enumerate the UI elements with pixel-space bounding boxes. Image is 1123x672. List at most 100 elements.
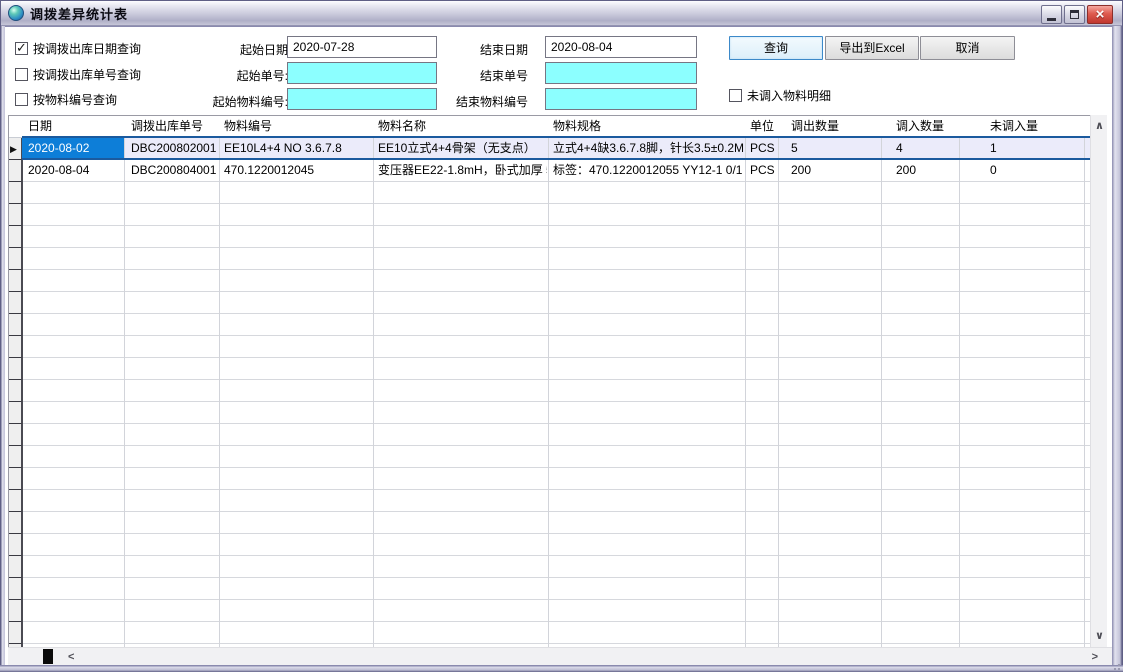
grid-cell[interactable]: 2020-08-04 xyxy=(28,160,123,181)
table-row-empty xyxy=(9,622,1090,644)
grid-cell[interactable]: 470.1220012045 xyxy=(224,160,372,181)
column-header[interactable]: 调拨出库单号 xyxy=(131,116,219,137)
column-header[interactable]: 单位 xyxy=(750,116,778,137)
grid-cell[interactable]: DBC200804001 xyxy=(131,160,218,181)
grid-cell[interactable]: 200 xyxy=(896,160,958,181)
grid-column-line xyxy=(1084,116,1085,647)
end-material-input[interactable] xyxy=(545,88,697,110)
column-header[interactable]: 物料规格 xyxy=(553,116,745,137)
row-selector[interactable] xyxy=(9,292,22,314)
checkbox-label: 按调拨出库单号查询 xyxy=(33,66,141,83)
row-selector[interactable] xyxy=(9,424,22,446)
grid-column-line xyxy=(373,116,374,647)
checkbox-icon xyxy=(15,42,28,55)
scroll-down-icon[interactable]: ∨ xyxy=(1095,629,1104,643)
checkbox-icon xyxy=(729,89,742,102)
row-selector[interactable] xyxy=(9,160,22,182)
row-selector[interactable] xyxy=(9,402,22,424)
grid-cell[interactable]: 2020-08-02 xyxy=(28,138,123,159)
grid-cell[interactable]: EE10L4+4 NO 3.6.7.8 xyxy=(224,138,372,159)
scroll-up-icon[interactable]: ∧ xyxy=(1095,119,1104,133)
checkbox-pending-material-detail[interactable]: 未调入物料明细 xyxy=(729,87,831,104)
resize-grip-icon[interactable] xyxy=(1110,660,1120,670)
row-selector[interactable] xyxy=(9,468,22,490)
row-selector[interactable] xyxy=(9,600,22,622)
table-row[interactable]: ▶ 2020-08-02 DBC200802001 EE10L4+4 NO 3.6.7… xyxy=(9,138,1090,160)
row-selector[interactable] xyxy=(9,204,22,226)
table-row-empty xyxy=(9,380,1090,402)
query-button[interactable]: 查询 xyxy=(729,36,823,60)
start-date-input[interactable] xyxy=(287,36,437,58)
grid-cell[interactable]: PCS xyxy=(750,138,777,159)
row-selector[interactable] xyxy=(9,314,22,336)
grid-cell[interactable]: EE10立式4+4骨架（无支点） xyxy=(378,138,547,159)
row-selector[interactable] xyxy=(9,556,22,578)
checkbox-query-by-material[interactable]: 按物料编号查询 xyxy=(15,91,117,108)
row-background xyxy=(22,446,1090,468)
grid-cell[interactable]: 5 xyxy=(791,138,880,159)
minimize-button[interactable] xyxy=(1041,5,1062,24)
end-date-input[interactable] xyxy=(545,36,697,58)
start-material-label: 起始物料编号: xyxy=(155,93,288,110)
grid-cell[interactable]: 200 xyxy=(791,160,880,181)
maximize-button[interactable] xyxy=(1064,5,1085,24)
column-header[interactable]: 未调入量 xyxy=(990,116,1084,137)
row-selector[interactable] xyxy=(9,270,22,292)
cancel-button[interactable]: 取消 xyxy=(920,36,1015,60)
row-selector[interactable] xyxy=(9,534,22,556)
row-selector[interactable] xyxy=(9,446,22,468)
column-header[interactable]: 调出数量 xyxy=(791,116,881,137)
row-selector[interactable] xyxy=(9,226,22,248)
row-background xyxy=(22,248,1090,270)
horizontal-scrollbar[interactable]: < > xyxy=(8,647,1112,665)
row-background xyxy=(22,490,1090,512)
scroll-left-icon[interactable]: < xyxy=(68,650,74,664)
table-row-empty xyxy=(9,600,1090,622)
start-material-input[interactable] xyxy=(287,88,437,110)
table-row-empty xyxy=(9,424,1090,446)
start-order-input[interactable] xyxy=(287,62,437,84)
table-row-empty xyxy=(9,468,1090,490)
grid-cell[interactable]: 1 xyxy=(990,138,1083,159)
row-selector[interactable] xyxy=(9,380,22,402)
titlebar[interactable]: 调拨差异统计表 × xyxy=(1,1,1122,26)
table-row-empty xyxy=(9,578,1090,600)
export-excel-button[interactable]: 导出到Excel xyxy=(825,36,919,60)
scroll-right-icon[interactable]: > xyxy=(1092,650,1098,664)
grid-cell[interactable]: 变压器EE22-1.8mH，卧式加厚 5 xyxy=(378,160,547,181)
row-background xyxy=(22,402,1090,424)
row-selector[interactable] xyxy=(9,182,22,204)
checkbox-query-by-order[interactable]: 按调拨出库单号查询 xyxy=(15,66,141,83)
column-header[interactable]: 调入数量 xyxy=(896,116,959,137)
app-window: 调拨差异统计表 × 按调拨出库日期查询 按调拨出库单号查询 按物料编号查询 起始… xyxy=(0,0,1123,672)
column-header[interactable]: 物料名称 xyxy=(378,116,548,137)
grid-cell[interactable]: 4 xyxy=(896,138,958,159)
table-row-empty xyxy=(9,512,1090,534)
row-background xyxy=(22,358,1090,380)
close-button[interactable]: × xyxy=(1087,5,1113,24)
current-row-pointer-icon: ▶ xyxy=(10,144,17,154)
row-selector[interactable] xyxy=(9,358,22,380)
grid-cell[interactable]: 标签：470.1220012055 YY12-1 0/1 xyxy=(553,160,744,181)
grid-cell[interactable]: 0 xyxy=(990,160,1083,181)
grid-cell[interactable]: 立式4+4缺3.6.7.8脚，针长3.5±0.2M xyxy=(553,138,744,159)
horizontal-scroll-thumb[interactable] xyxy=(43,649,53,664)
grid-header-row: 日期调拨出库单号物料编号物料名称物料规格单位调出数量调入数量 未调入量 xyxy=(9,116,1090,138)
row-selector[interactable] xyxy=(9,248,22,270)
vertical-scrollbar[interactable]: ∧ ∨ xyxy=(1090,115,1107,647)
row-selector[interactable] xyxy=(9,512,22,534)
column-header[interactable]: 日期 xyxy=(28,116,124,137)
checkbox-query-by-date[interactable]: 按调拨出库日期查询 xyxy=(15,40,141,57)
column-header[interactable]: 物料编号 xyxy=(224,116,373,137)
row-selector[interactable] xyxy=(9,336,22,358)
grid-cell[interactable]: DBC200802001 xyxy=(131,138,218,159)
row-selector[interactable] xyxy=(9,622,22,644)
table-row[interactable]: 2020-08-04 DBC200804001 470.1220012045 变压器E… xyxy=(9,160,1090,182)
end-order-input[interactable] xyxy=(545,62,697,84)
app-icon xyxy=(8,5,24,21)
row-selector[interactable] xyxy=(9,578,22,600)
row-selector[interactable] xyxy=(9,644,22,647)
row-background xyxy=(22,226,1090,248)
row-selector[interactable] xyxy=(9,490,22,512)
grid-cell[interactable]: PCS xyxy=(750,160,777,181)
